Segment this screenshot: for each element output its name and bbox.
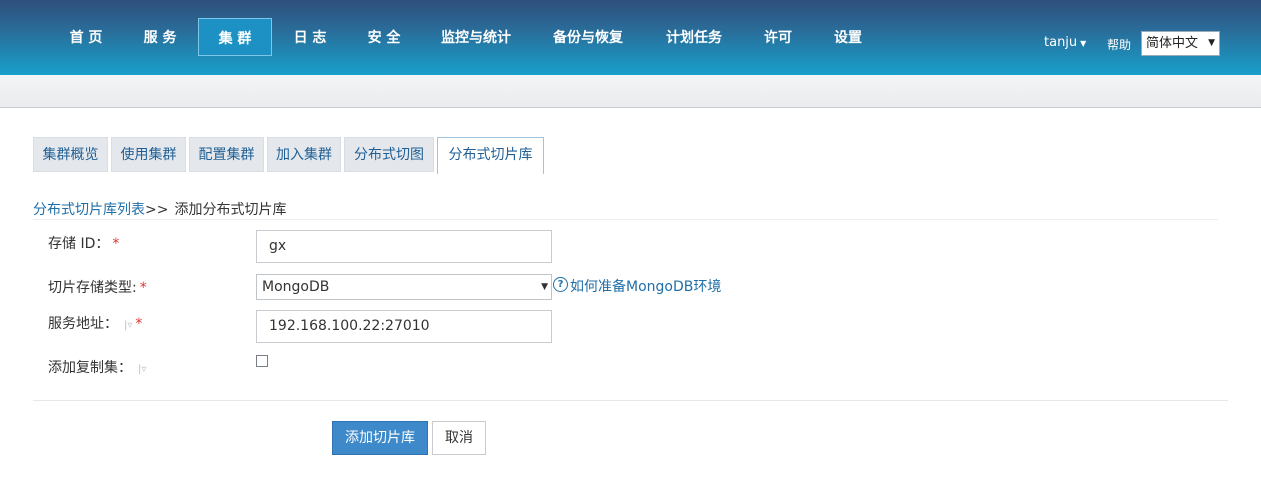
- storage-type-label: 切片存储类型: *: [48, 277, 147, 297]
- service-address-label-text: 服务地址：: [48, 316, 118, 332]
- tab-join-cluster[interactable]: 加入集群: [267, 137, 341, 172]
- tab-distributed-tiling[interactable]: 分布式切图: [344, 137, 434, 172]
- language-value: 简体中文: [1146, 36, 1199, 51]
- breadcrumb: 分布式切片库列表>> 添加分布式切片库: [33, 199, 286, 219]
- nav-item-logs[interactable]: 日 志: [278, 18, 342, 56]
- replica-set-label: 添加复制集： |▿: [48, 357, 146, 377]
- divider: [33, 219, 1218, 220]
- nav-item-settings[interactable]: 设置: [826, 18, 870, 56]
- nav-item-cluster[interactable]: 集 群: [198, 18, 272, 56]
- service-address-label: 服务地址： |▿ *: [48, 313, 142, 333]
- cancel-button[interactable]: 取消: [432, 421, 486, 455]
- required-mark: *: [135, 316, 143, 332]
- dropdown-arrow-icon: ▼: [1208, 38, 1215, 48]
- add-tile-store-button[interactable]: 添加切片库: [332, 421, 428, 455]
- required-mark: *: [139, 280, 147, 296]
- question-icon[interactable]: ?: [553, 277, 568, 292]
- user-menu[interactable]: tanju ▼: [1044, 35, 1086, 50]
- language-select[interactable]: 简体中文 ▼: [1141, 31, 1220, 56]
- replica-set-checkbox[interactable]: [256, 355, 268, 367]
- nav-item-monitoring[interactable]: 监控与统计: [430, 18, 522, 56]
- nav-item-backup[interactable]: 备份与恢复: [542, 18, 634, 56]
- required-mark: *: [112, 236, 120, 252]
- sub-header-bar: [0, 75, 1261, 108]
- storage-id-label: 存储 ID： *: [48, 233, 119, 253]
- tab-distributed-tile-store[interactable]: 分布式切片库: [437, 137, 544, 174]
- nav-item-scheduled-tasks[interactable]: 计划任务: [654, 18, 734, 56]
- tab-configure-cluster[interactable]: 配置集群: [189, 137, 264, 172]
- tooltip-icon[interactable]: |▿: [124, 320, 132, 331]
- tab-cluster-overview[interactable]: 集群概览: [33, 137, 108, 172]
- storage-type-value: MongoDB: [262, 279, 330, 295]
- storage-id-input[interactable]: gx: [256, 230, 552, 263]
- storage-id-label-text: 存储 ID：: [48, 236, 110, 252]
- help-link[interactable]: 帮助: [1107, 36, 1131, 53]
- nav-item-security[interactable]: 安 全: [352, 18, 416, 56]
- breadcrumb-current: 添加分布式切片库: [174, 202, 287, 218]
- service-address-input[interactable]: 192.168.100.22:27010: [256, 310, 552, 343]
- breadcrumb-separator: >>: [145, 202, 169, 218]
- storage-type-label-text: 切片存储类型:: [48, 280, 137, 296]
- caret-down-icon: ▼: [1080, 39, 1087, 48]
- top-nav-bar: 首 页 服 务 集 群 日 志 安 全 监控与统计 备份与恢复 计划任务 许可 …: [0, 0, 1261, 75]
- tooltip-icon[interactable]: |▿: [138, 364, 146, 375]
- storage-type-select[interactable]: MongoDB ▼: [256, 274, 552, 300]
- nav-item-services[interactable]: 服 务: [128, 18, 192, 56]
- nav-item-license[interactable]: 许可: [756, 18, 800, 56]
- breadcrumb-tile-store-list-link[interactable]: 分布式切片库列表: [33, 202, 145, 218]
- mongodb-env-help-link[interactable]: 如何准备MongoDB环境: [570, 276, 721, 296]
- tab-use-cluster[interactable]: 使用集群: [111, 137, 186, 172]
- nav-item-home[interactable]: 首 页: [54, 18, 118, 56]
- replica-set-label-text: 添加复制集：: [48, 360, 132, 376]
- user-name: tanju: [1044, 35, 1078, 50]
- dropdown-arrow-icon: ▼: [541, 282, 548, 292]
- divider: [33, 400, 1228, 401]
